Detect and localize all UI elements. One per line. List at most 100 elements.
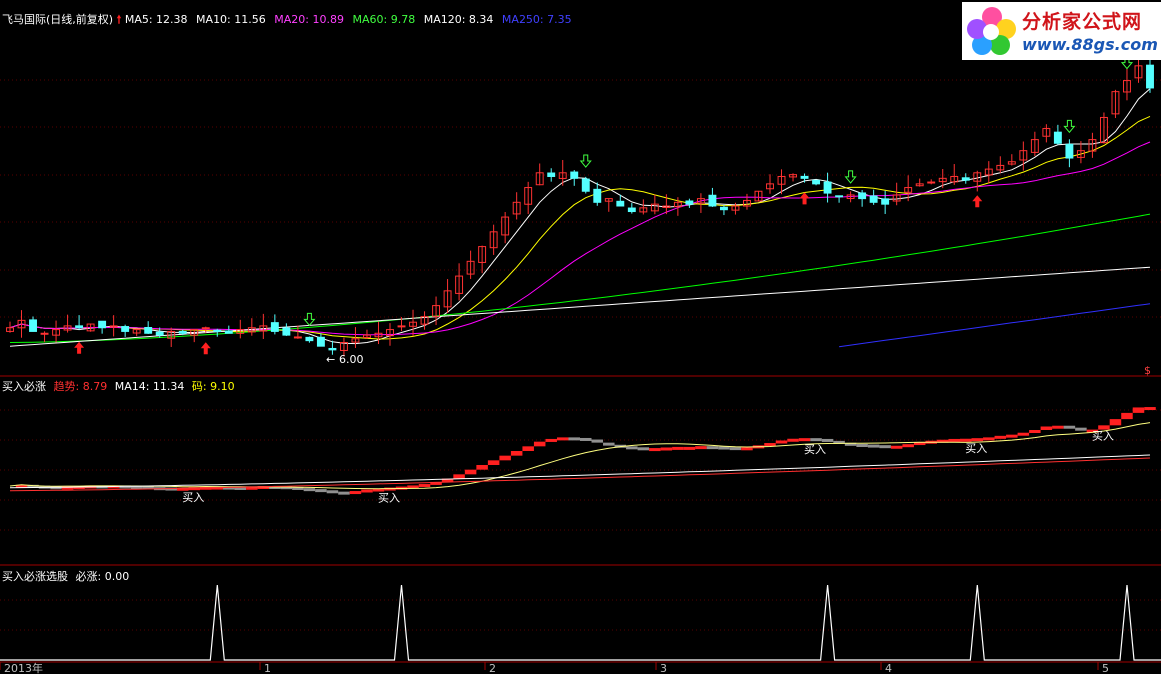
trend-block-75 (867, 444, 880, 448)
candle-body-76 (881, 198, 890, 205)
low-price-arrow: ← (326, 353, 335, 366)
trend-block-85 (983, 437, 995, 441)
trend-block-76 (879, 445, 891, 449)
chart-title: 飞马国际(日线,前复权) (2, 13, 114, 26)
buy-label-0: 买入 (182, 491, 204, 504)
trend-block-45 (522, 446, 534, 451)
panel2-name: 买入必涨 (2, 380, 46, 393)
buy-arrow-icon-3 (972, 195, 983, 208)
trend-block-74 (856, 444, 868, 447)
candlesticks (6, 53, 1154, 357)
trend-block-90 (1040, 426, 1053, 430)
ma250-value: MA250: 7.35 (501, 13, 572, 26)
grid-dots (0, 79, 1161, 631)
x-tick-label-4: 4 (885, 662, 892, 674)
trend-block-67 (775, 440, 788, 444)
buy-label-4: 买入 (1092, 429, 1114, 442)
candle-body-27 (316, 336, 325, 347)
signal-arrows (74, 56, 1134, 355)
base-line (9, 454, 1151, 489)
low-price-label: 6.00 (339, 353, 364, 366)
trend-block-93 (1075, 427, 1087, 431)
logo-name: 分析家公式网 (1022, 11, 1143, 33)
candle-body-47 (547, 172, 556, 177)
trend-block-82 (948, 438, 960, 442)
x-axis: 2013年 1 2 3 4 5 (0, 661, 1109, 674)
candle-body-59 (685, 200, 694, 205)
buy-arrow-icon-1 (200, 342, 211, 355)
ma60-value: MA60: 9.78 (352, 13, 416, 26)
ma10-line (9, 115, 1151, 340)
sell-arrow-icon-2 (844, 170, 857, 184)
logo-url: www.88gs.com (1022, 35, 1158, 54)
panel2-code: 码: 9.10 (191, 380, 235, 393)
buy-arrow-icon-0 (74, 341, 85, 354)
panel2-trend: 趋势: 8.79 (53, 380, 108, 393)
trend-block-63 (729, 447, 742, 451)
buy-label-3: 买入 (965, 442, 987, 455)
flower-icon (967, 7, 1016, 55)
ma10-value: MA10: 11.56 (196, 13, 266, 26)
panel3-value: 必涨: 0.00 (75, 570, 130, 583)
ma5-value: MA5: 12.38 (124, 13, 188, 26)
x-tick-label-3: 3 (660, 662, 667, 674)
trend-block-68 (787, 438, 799, 442)
x-tick-label-2: 2 (489, 662, 496, 674)
trend-block-89 (1029, 430, 1041, 433)
signal-line (0, 584, 1161, 661)
sell-arrow-icon-3 (1063, 119, 1076, 134)
trend-block-69 (798, 438, 811, 442)
trend-block-59 (683, 446, 696, 450)
trend-block-50 (580, 437, 592, 441)
trend-block-43 (499, 455, 511, 461)
candle-body-24 (282, 327, 291, 336)
candle-body-2 (29, 319, 37, 332)
trend-block-71 (821, 438, 834, 442)
trend-block-84 (971, 438, 984, 442)
stock-chart[interactable]: 买入 买入买入 买入买入 2013年 1 2 3 4 5 6.00 ← $ (0, 0, 1161, 674)
candle-body-12 (144, 327, 153, 334)
x-tick-label-1: 1 (264, 662, 271, 674)
trend-block-78 (902, 444, 914, 448)
candle-body-15 (178, 330, 187, 334)
trend-block-41 (476, 465, 488, 470)
candle-body-74 (858, 192, 867, 200)
up-arrow-icon: 🠕 (116, 13, 122, 26)
candle-body-6 (75, 325, 84, 329)
candle-body-50 (581, 178, 590, 192)
trend-block-87 (1006, 434, 1018, 438)
trend-block-56 (649, 448, 661, 452)
trend-block-26 (303, 488, 316, 492)
sell-arrow-icon-0 (303, 312, 316, 327)
trend-block-49 (568, 437, 580, 441)
trend-block-31 (361, 489, 373, 493)
candle-body-19 (224, 330, 233, 334)
panel2-ma14: MA14: 11.34 (114, 380, 185, 393)
trend-block-92 (1063, 425, 1076, 429)
trend-block-51 (591, 439, 604, 443)
candle-body-70 (812, 179, 821, 185)
trend-block-70 (810, 438, 822, 442)
trend-block-44 (510, 451, 523, 456)
trend-block-61 (706, 446, 719, 450)
candle-body-53 (616, 200, 625, 207)
trend-block-42 (487, 460, 500, 465)
ma60-line (9, 213, 1151, 343)
candle-body-71 (823, 181, 832, 194)
trend-block-60 (695, 446, 707, 450)
candle-body-51 (593, 188, 602, 203)
candle-body-26 (305, 336, 314, 342)
trend-block-96 (1109, 419, 1122, 426)
candle-body-83 (961, 177, 970, 181)
candle-body-61 (708, 194, 717, 207)
panel3-name: 买入必涨选股 (2, 570, 68, 583)
trend-block-36 (418, 484, 431, 488)
buy-arrow-icon-2 (799, 192, 810, 205)
candle-body-92 (1065, 143, 1074, 159)
indicator-panel-2: 买入 买入买入 买入买入 (9, 407, 1156, 505)
candle-body-72 (835, 195, 844, 198)
trend-block-64 (741, 447, 753, 451)
candle-body-18 (213, 329, 222, 332)
trend-block-52 (603, 442, 615, 446)
right-marker: $ (1144, 364, 1151, 377)
